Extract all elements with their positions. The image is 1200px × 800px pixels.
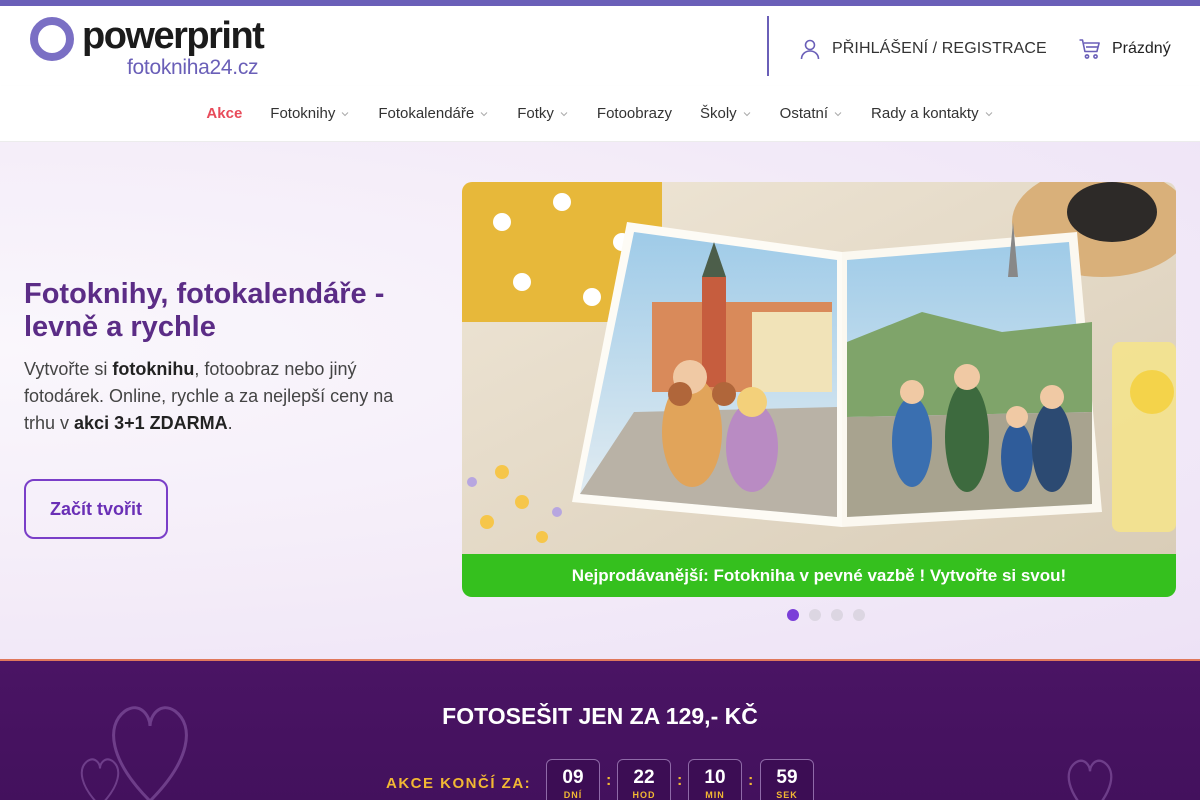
nav-item-fotoobrazy[interactable]: Fotoobrazy (597, 105, 672, 122)
countdown-label: AKCE KONČÍ ZA: (386, 775, 532, 792)
login-register-link[interactable]: PŘIHLÁŠENÍ / REGISTRACE (798, 34, 1047, 64)
logo-ring-icon (30, 17, 74, 61)
hero-slider[interactable]: Nejprodávanější: Fotokniha v pevné vazbě… (462, 182, 1176, 597)
nav-label: Ostatní (779, 105, 829, 122)
main-nav: Akce Fotoknihy Fotokalendáře Fotky Fotoo… (0, 86, 1200, 142)
countdown-separator: : (748, 772, 754, 789)
slider-dot-4[interactable] (853, 609, 865, 621)
logo-brand-name: powerprint (82, 15, 265, 57)
hero-text-bold: akci 3+1 ZDARMA (74, 413, 228, 433)
hero-text-part: Vytvořte si (24, 359, 113, 379)
promo-banner: FOTOSEŠIT JEN ZA 129,- KČ AKCE KONČÍ ZA:… (0, 659, 1200, 800)
nav-item-fotky[interactable]: Fotky (517, 105, 569, 122)
slide-photo[interactable] (462, 182, 1176, 554)
cart-status: Prázdný (1112, 40, 1171, 57)
nav-item-fotoknihy[interactable]: Fotoknihy (270, 105, 350, 122)
logo[interactable]: powerprint fotokniha24.cz (30, 15, 270, 80)
chevron-down-icon (985, 111, 992, 116)
countdown-value: 09 (562, 767, 584, 788)
slider-dot-2[interactable] (809, 609, 821, 621)
countdown-value: 10 (704, 767, 726, 788)
nav-label: Rady a kontakty (871, 105, 979, 122)
header-divider (767, 16, 769, 76)
start-creating-button[interactable]: Začít tvořit (24, 479, 168, 539)
chevron-down-icon (341, 111, 349, 116)
countdown-separator: : (606, 772, 612, 789)
nav-item-akce[interactable]: Akce (206, 105, 242, 122)
countdown-unit: SEK (776, 790, 798, 800)
slider-dot-1[interactable] (787, 609, 799, 621)
slider-dot-3[interactable] (831, 609, 843, 621)
hero-title: Fotoknihy, fotokalendáře - levně a rychl… (24, 278, 385, 343)
nav-label: Školy (699, 105, 737, 122)
heart-decoration-icon (1067, 759, 1113, 800)
cart-link[interactable]: Prázdný (1078, 34, 1171, 64)
heart-decoration-icon (80, 758, 120, 800)
nav-label: Akce (206, 105, 243, 122)
cart-icon (1079, 39, 1100, 59)
countdown-unit: HOD (632, 790, 656, 800)
hero-description: Vytvořte si fotoknihu, fotoobraz nebo ji… (24, 356, 414, 437)
countdown-separator: : (677, 772, 683, 789)
nav-label: Fotky (517, 105, 554, 122)
chevron-down-icon (480, 111, 488, 116)
nav-label: Fotoobrazy (596, 105, 672, 122)
countdown-unit: DNÍ (563, 790, 583, 800)
nav-item-ostatni[interactable]: Ostatní (780, 105, 843, 122)
countdown-value: 59 (776, 767, 798, 788)
login-label: PŘIHLÁŠENÍ / REGISTRACE (832, 40, 1047, 57)
countdown-value: 22 (633, 767, 655, 788)
chevron-down-icon (834, 111, 842, 116)
chevron-down-icon (743, 111, 751, 116)
nav-item-skoly[interactable]: Školy (700, 105, 752, 122)
user-icon (800, 39, 820, 60)
countdown-minutes: 10 MIN (688, 759, 742, 800)
chevron-down-icon (560, 111, 568, 116)
hero-section: Fotoknihy, fotokalendáře - levně a rychl… (0, 142, 1200, 660)
nav-label: Fotokalendáře (378, 105, 475, 122)
countdown-seconds: 59 SEK (760, 759, 814, 800)
nav-label: Fotoknihy (270, 105, 336, 122)
promo-title: FOTOSEŠIT JEN ZA 129,- KČ (442, 703, 758, 729)
site-header: powerprint fotokniha24.cz PŘIHLÁŠENÍ / R… (0, 6, 1200, 86)
slider-pagination (787, 609, 875, 621)
logo-domain: fotokniha24.cz (127, 56, 259, 79)
countdown-days: 09 DNÍ (546, 759, 600, 800)
hero-text-bold: fotoknihu (112, 359, 195, 379)
hero-text-part: . (227, 413, 233, 433)
nav-item-rady-a-kontakty[interactable]: Rady a kontakty (871, 105, 994, 122)
nav-item-fotokalendare[interactable]: Fotokalendáře (378, 105, 489, 122)
slide-caption-link[interactable]: Nejprodávanější: Fotokniha v pevné vazbě… (462, 554, 1176, 597)
countdown-hours: 22 HOD (617, 759, 671, 800)
countdown-unit: MIN (705, 790, 725, 800)
